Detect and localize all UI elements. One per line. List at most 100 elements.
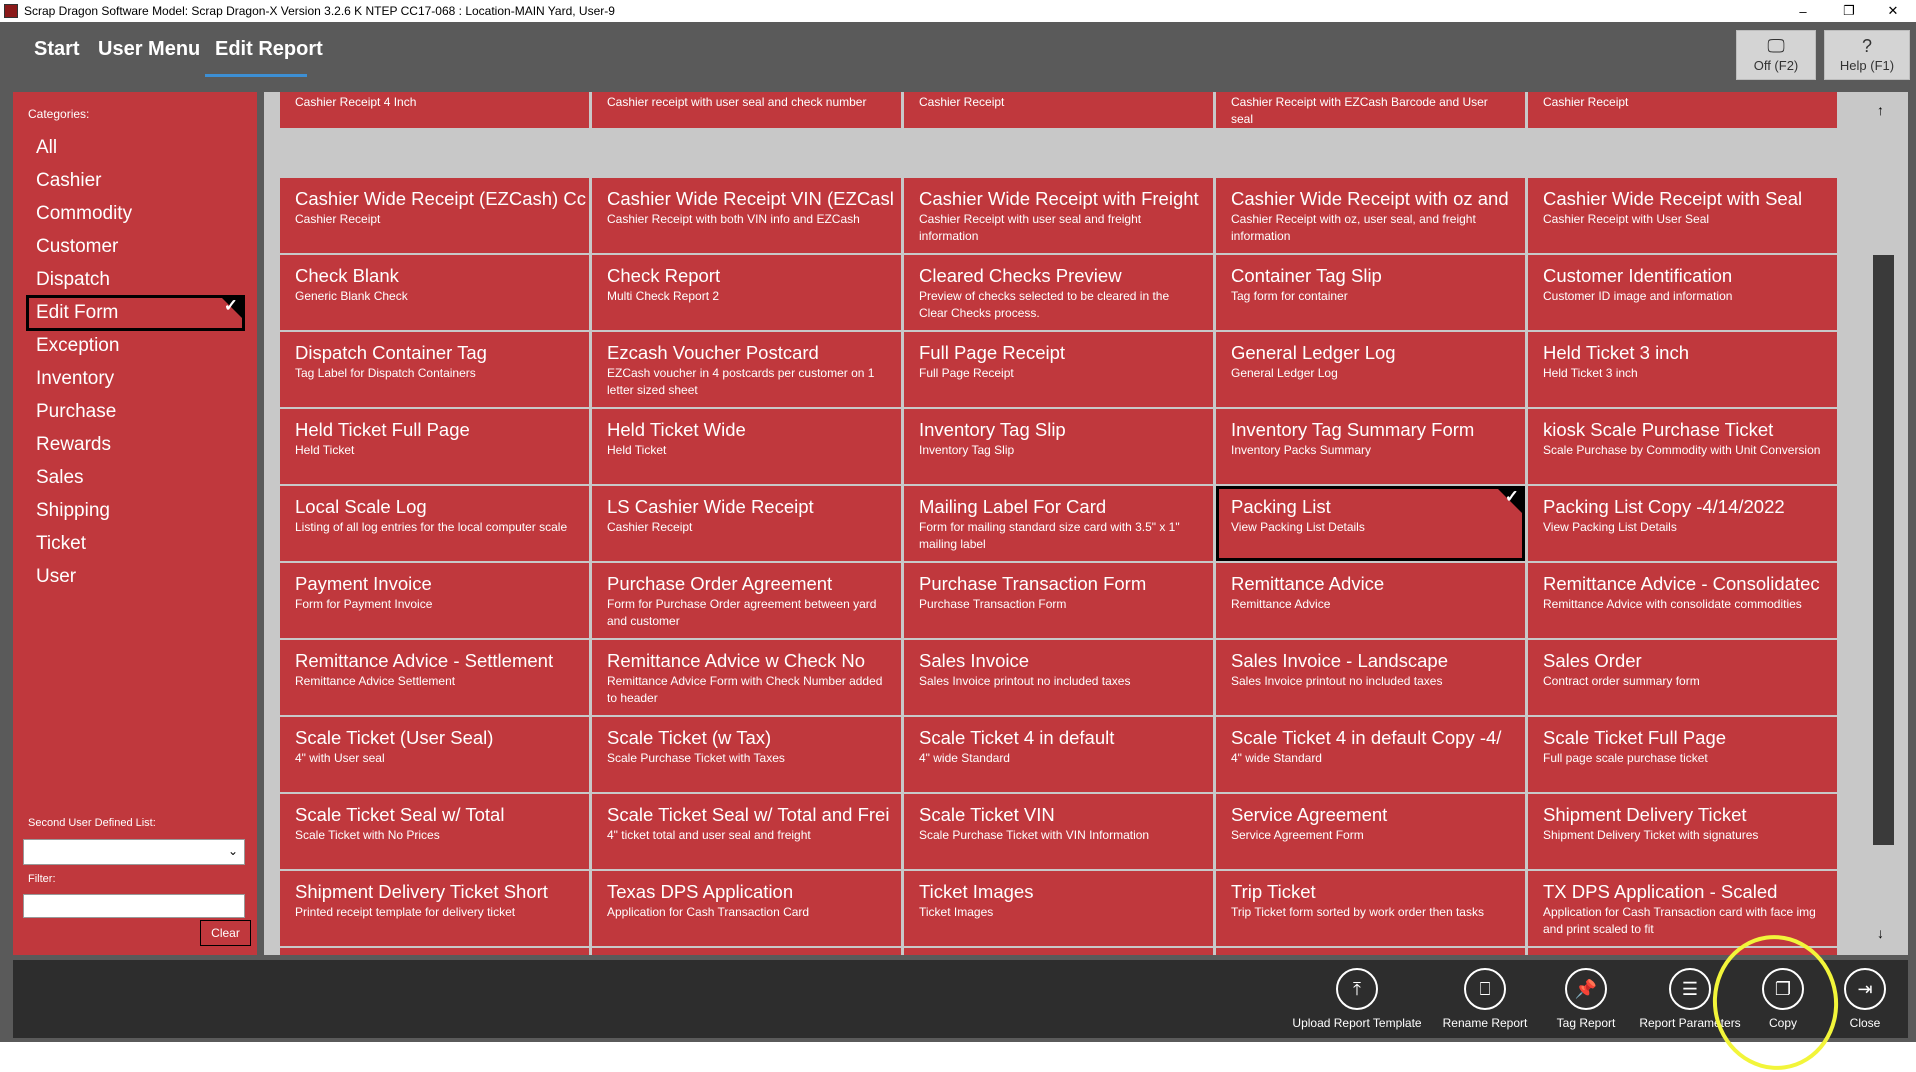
tab-user-menu[interactable]: User Menu (98, 38, 200, 61)
report-tile[interactable]: Cashier Receipt (1528, 92, 1837, 128)
report-tile[interactable]: Scale Ticket (w Tax) Scale Purchase Ticke… (592, 717, 901, 792)
report-tile[interactable]: Scale Ticket 4 in default Copy -4/4" wid… (1216, 717, 1525, 792)
report-tile[interactable]: Scale Ticket Seal w/ Total and Frei 4" ti… (592, 794, 901, 869)
sidebar-item-purchase[interactable]: Purchase (26, 394, 245, 430)
report-tile[interactable]: Scale Ticket VIN Scale Purchase Ticket wi… (904, 794, 1213, 869)
report-tile[interactable]: kiosk Scale Purchase Ticket Scale Purchas… (1528, 409, 1837, 484)
report-tile[interactable]: Ticket Images Ticket Images (904, 871, 1213, 946)
report-tile[interactable]: Held Ticket 3 inch Held Ticket 3 inch (1528, 332, 1837, 407)
sidebar-item-customer[interactable]: Customer (26, 229, 245, 265)
report-tile[interactable]: Full Page Receipt Full Page Receipt (904, 332, 1213, 407)
tab-start[interactable]: Start (34, 38, 80, 61)
report-tile[interactable]: Cashier Wide Receipt (EZCash) Cc Cashier … (280, 178, 589, 253)
report-tile[interactable]: Cashier Wide Receipt VIN (EZCasl Cashier … (592, 178, 901, 253)
second-user-list-select[interactable]: ⌄ (23, 839, 245, 865)
report-tile[interactable]: Sales Invoice Sales Invoice printout no i… (904, 640, 1213, 715)
report-tile[interactable]: Packing List View Packing List Details ✓ (1216, 486, 1525, 561)
report-tile[interactable]: Dispatch Container Tag Tag Label for Disp… (280, 332, 589, 407)
report-tile[interactable]: Inventory Tag Summary Form Inventory Pack… (1216, 409, 1525, 484)
off-button[interactable]: 🖵 Off (F2) (1736, 30, 1816, 80)
report-tile[interactable]: Scale Ticket Seal w/ Total Scale Ticket w… (280, 794, 589, 869)
report-description: Cashier Receipt with oz, user seal, and … (1231, 212, 1476, 243)
report-tile[interactable]: Shipment Delivery Ticket Short Printed re… (280, 871, 589, 946)
tag-report-button[interactable]: 📌 Tag Report (1541, 968, 1631, 1030)
report-tile[interactable]: Held Ticket Wide Held Ticket (592, 409, 901, 484)
sidebar-item-user[interactable]: User (26, 559, 245, 595)
report-tile[interactable]: Sales Order Contract order summary form (1528, 640, 1837, 715)
sidebar-item-cashier[interactable]: Cashier (26, 163, 245, 199)
report-tile[interactable]: Remittance Advice w Check No Remittance A… (592, 640, 901, 715)
sidebar-item-inventory[interactable]: Inventory (26, 361, 245, 397)
sidebar-item-dispatch[interactable]: Dispatch (26, 262, 245, 298)
report-tile[interactable]: Cashier receipt with user seal and check… (592, 92, 901, 128)
sidebar-item-shipping[interactable]: Shipping (26, 493, 245, 529)
report-tile[interactable]: Service Agreement Service Agreement Form (1216, 794, 1525, 869)
report-tile[interactable]: Cashier Wide Receipt with Freight Cashier… (904, 178, 1213, 253)
sidebar-item-all[interactable]: All (26, 130, 245, 166)
sidebar-item-label: Inventory (36, 368, 115, 389)
sidebar-item-rewards[interactable]: Rewards (26, 427, 245, 463)
report-tile[interactable]: Scale Ticket (User Seal) 4" with User sea… (280, 717, 589, 792)
close-button[interactable]: ⇥ Close (1835, 968, 1895, 1030)
restore-button[interactable]: ❐ (1826, 0, 1872, 22)
sidebar-item-label: All (36, 137, 58, 158)
minimize-button[interactable]: – (1780, 0, 1826, 22)
report-tile[interactable]: Inventory Tag Slip Inventory Tag Slip (904, 409, 1213, 484)
sidebar-item-ticket[interactable]: Ticket (26, 526, 245, 562)
report-tile[interactable]: Sales Invoice - Landscape Sales Invoice p… (1216, 640, 1525, 715)
report-tile[interactable]: Purchase Transaction Form Purchase Transa… (904, 563, 1213, 638)
filter-input[interactable] (23, 894, 245, 918)
report-tile[interactable]: Trip Ticket Trip Ticket form sorted by wo… (1216, 871, 1525, 946)
report-tile[interactable]: TX DPS Application - Scaled Application f… (1528, 871, 1837, 946)
scroll-down-icon[interactable]: ↓ (1877, 925, 1884, 941)
close-window-button[interactable]: ✕ (1870, 0, 1916, 22)
sidebar-item-commodity[interactable]: Commodity (26, 196, 245, 232)
sidebar-item-label: Ticket (36, 533, 86, 554)
tab-edit-report[interactable]: Edit Report (215, 38, 323, 61)
report-tile[interactable]: Held Ticket Full Page Held Ticket (280, 409, 589, 484)
sidebar-item-sales[interactable]: Sales (26, 460, 245, 496)
rename-report-button[interactable]: ⎕ Rename Report (1435, 968, 1535, 1030)
report-tile[interactable]: Mailing Label For Card Form for mailing s… (904, 486, 1213, 561)
report-tile[interactable]: Cashier Wide Receipt with Seal Cashier Re… (1528, 178, 1837, 253)
report-tile[interactable]: Cashier Receipt with EZCash Barcode and … (1216, 92, 1525, 128)
report-tile[interactable]: Weight Only Full Page (904, 948, 1213, 955)
report-tile[interactable]: General Ledger Log General Ledger Log (1216, 332, 1525, 407)
report-tile[interactable]: Remittance Advice - Settlement Remittance… (280, 640, 589, 715)
report-title: LS Cashier Wide Receipt (607, 496, 814, 517)
sidebar-item-exception[interactable]: Exception (26, 328, 245, 364)
report-tile[interactable]: Ezcash Voucher Postcard EZCash voucher in… (592, 332, 901, 407)
report-tile[interactable]: Purchase Order Agreement Form for Purchas… (592, 563, 901, 638)
report-tile[interactable]: Remittance Advice - Consolidatec Remittan… (1528, 563, 1837, 638)
report-tile[interactable]: Shipment Delivery Ticket Shipment Deliver… (1528, 794, 1837, 869)
sidebar-item-edit-form[interactable]: Edit Form ✓ (26, 295, 245, 331)
report-tile[interactable]: Cleared Checks Preview Preview of checks … (904, 255, 1213, 330)
report-tile[interactable]: Weight Ticket (1216, 948, 1525, 955)
report-tile[interactable]: Remittance Advice Remittance Advice (1216, 563, 1525, 638)
report-tile[interactable]: Weight Only 4 inch (592, 948, 901, 955)
scroll-up-icon[interactable]: ↑ (1877, 102, 1884, 118)
report-tile[interactable]: Packing List Copy -4/14/2022 View Packing… (1528, 486, 1837, 561)
report-description: Cashier Receipt (919, 95, 1005, 109)
report-tile[interactable]: Container Tag Slip Tag form for container (1216, 255, 1525, 330)
report-tile[interactable]: TX Dps Application Image (280, 948, 589, 955)
action-label: Tag Report (1556, 1016, 1616, 1030)
report-tile[interactable]: Customer Identification Customer ID image… (1528, 255, 1837, 330)
rename-icon: ⎕ (1464, 968, 1506, 1010)
report-tile[interactable]: Scale Ticket 4 in default 4" wide Standar… (904, 717, 1213, 792)
help-button[interactable]: ? Help (F1) (1824, 30, 1910, 80)
report-description: Tag Label for Dispatch Containers (295, 366, 476, 380)
report-tile[interactable]: LS Cashier Wide Receipt Cashier Receipt (592, 486, 901, 561)
report-tile[interactable]: Cashier Receipt 4 Inch (280, 92, 589, 128)
report-tile[interactable]: Payment Invoice Form for Payment Invoice (280, 563, 589, 638)
report-tile[interactable]: Scale Ticket Full Page Full page scale pu… (1528, 717, 1837, 792)
upload-report-template-button[interactable]: ⤒ Upload Report Template (1287, 968, 1427, 1030)
report-tile[interactable]: Check Blank Generic Blank Check (280, 255, 589, 330)
clear-button[interactable]: Clear (200, 920, 251, 946)
report-tile[interactable]: Cashier Wide Receipt with oz and Cashier … (1216, 178, 1525, 253)
report-tile[interactable]: Check Report Multi Check Report 2 (592, 255, 901, 330)
scrollbar-thumb[interactable] (1873, 255, 1894, 845)
report-tile[interactable]: Texas DPS Application Application for Cas… (592, 871, 901, 946)
report-tile[interactable]: Cashier Receipt (904, 92, 1213, 128)
report-tile[interactable]: Local Scale Log Listing of all log entrie… (280, 486, 589, 561)
